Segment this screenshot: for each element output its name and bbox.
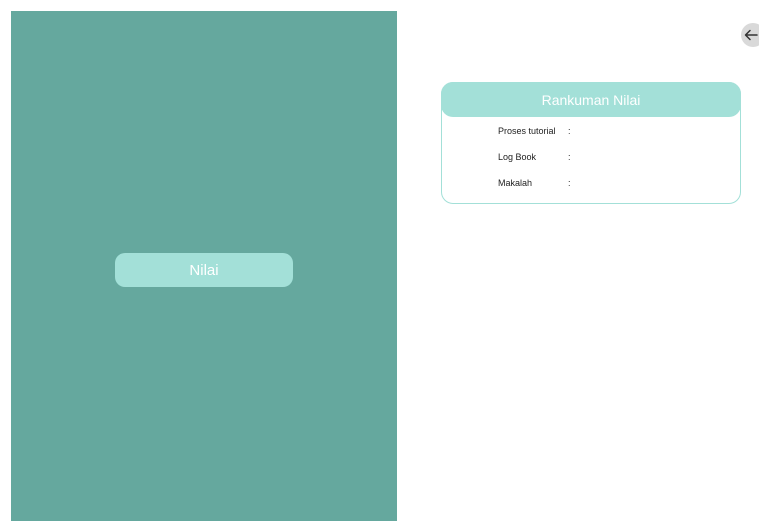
summary-row-separator: : xyxy=(568,178,571,188)
summary-row-separator: : xyxy=(568,152,571,162)
left-panel: Nilai xyxy=(11,11,397,521)
nilai-button[interactable]: Nilai xyxy=(115,253,293,287)
summary-row-separator: : xyxy=(568,126,571,136)
summary-row-label: Makalah xyxy=(498,178,533,188)
summary-rows: Proses tutorial : Log Book : Makalah : xyxy=(498,126,576,204)
summary-row-label: Log Book xyxy=(498,152,537,162)
arrow-left-icon xyxy=(744,29,758,41)
summary-row-makalah: Makalah : xyxy=(498,178,576,204)
summary-title: Rankuman Nilai xyxy=(441,82,741,117)
summary-card: Rankuman Nilai Proses tutorial : Log Boo… xyxy=(441,82,741,204)
back-button[interactable] xyxy=(741,23,759,47)
summary-row-label: Proses tutorial xyxy=(498,126,556,136)
summary-row-log-book: Log Book : xyxy=(498,152,576,178)
summary-row-proses-tutorial: Proses tutorial : xyxy=(498,126,576,152)
